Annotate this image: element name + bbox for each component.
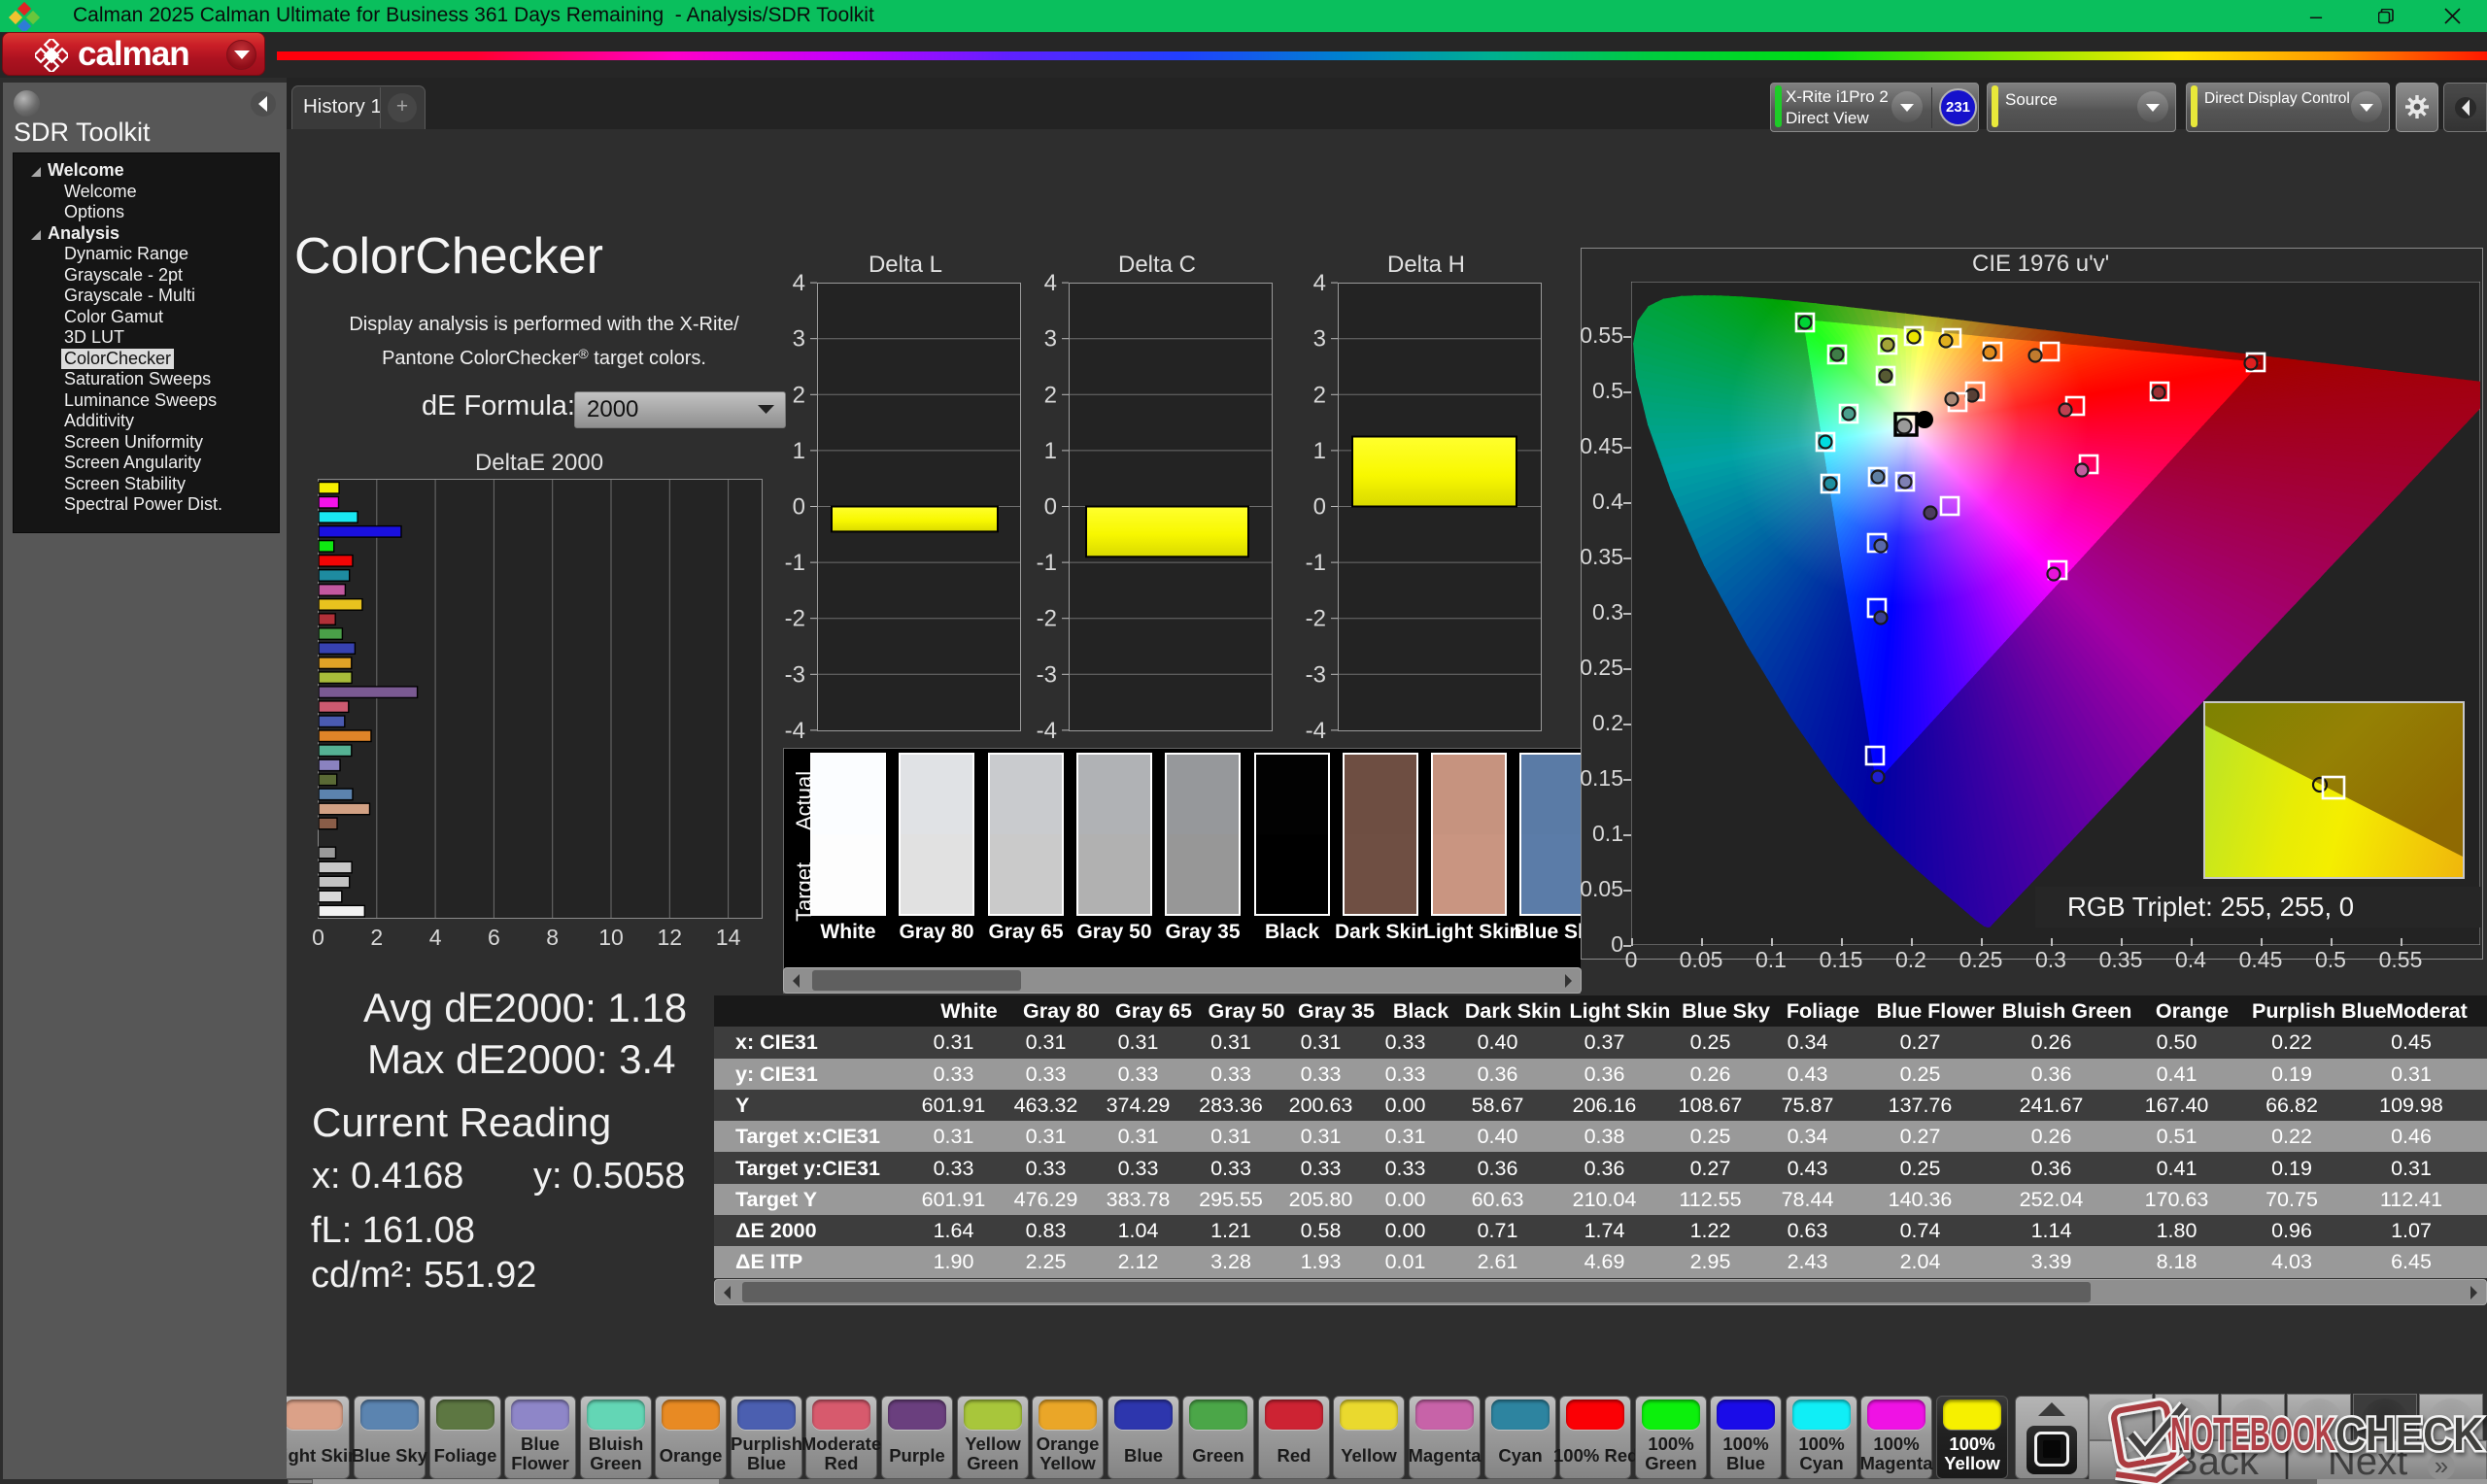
- svg-text:1: 1: [1313, 438, 1326, 464]
- svg-text:-3: -3: [1037, 661, 1057, 688]
- svg-text:4: 4: [1313, 270, 1326, 296]
- svg-text:1: 1: [1044, 438, 1057, 464]
- svg-text:3: 3: [793, 326, 805, 353]
- svg-text:-4: -4: [1037, 718, 1057, 744]
- svg-text:Delta H: Delta H: [1387, 252, 1465, 278]
- svg-text:NOTEBOOK: NOTEBOOK: [2170, 1409, 2335, 1461]
- svg-text:14: 14: [716, 925, 741, 950]
- svg-text:-2: -2: [1037, 606, 1057, 632]
- svg-text:4: 4: [793, 270, 805, 296]
- svg-text:2: 2: [1313, 382, 1326, 408]
- svg-text:3: 3: [1313, 326, 1326, 353]
- svg-text:-1: -1: [1037, 550, 1057, 576]
- svg-text:-1: -1: [785, 550, 805, 576]
- svg-text:2: 2: [1044, 382, 1057, 408]
- svg-text:-1: -1: [1306, 550, 1326, 576]
- svg-text:0: 0: [793, 494, 805, 521]
- svg-text:10: 10: [598, 925, 624, 950]
- svg-text:1: 1: [793, 438, 805, 464]
- svg-text:-4: -4: [1306, 718, 1326, 744]
- svg-text:0: 0: [312, 925, 324, 950]
- svg-text:6: 6: [488, 925, 500, 950]
- svg-text:Delta L: Delta L: [869, 252, 942, 278]
- svg-text:Delta C: Delta C: [1118, 252, 1196, 278]
- svg-text:CHECK: CHECK: [2335, 1409, 2483, 1461]
- svg-text:2: 2: [793, 382, 805, 408]
- svg-text:-3: -3: [785, 661, 805, 688]
- svg-text:-3: -3: [1306, 661, 1326, 688]
- svg-text:-4: -4: [785, 718, 805, 744]
- svg-text:2: 2: [370, 925, 383, 950]
- svg-text:0: 0: [1313, 494, 1326, 521]
- svg-text:-2: -2: [785, 606, 805, 632]
- svg-text:8: 8: [546, 925, 559, 950]
- svg-text:3: 3: [1044, 326, 1057, 353]
- svg-text:4: 4: [1044, 270, 1057, 296]
- svg-text:4: 4: [429, 925, 442, 950]
- svg-text:0: 0: [1044, 494, 1057, 521]
- svg-text:12: 12: [658, 925, 683, 950]
- svg-text:-2: -2: [1306, 606, 1326, 632]
